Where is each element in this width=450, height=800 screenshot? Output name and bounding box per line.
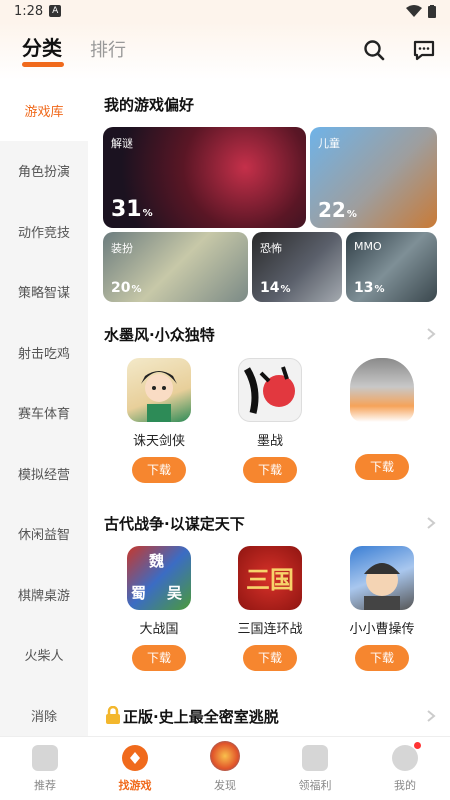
nav-benefits[interactable]: 领福利 (270, 737, 360, 800)
game-icon-dazhanguo: 魏 蜀 吴 (127, 546, 191, 610)
preference-tile-kids[interactable]: 儿童 22% (310, 127, 437, 228)
bottom-navigation: 推荐 找游戏 发现 领福利 我的 (0, 736, 450, 800)
chevron-right-icon[interactable] (426, 709, 436, 723)
download-button[interactable]: 下载 (355, 454, 409, 480)
section-title-ancient-war[interactable]: 古代战争·以谋定天下 (104, 513, 245, 534)
game-name: 大战国 (139, 622, 179, 637)
main-content: 我的游戏偏好 解谜 31% 儿童 22% 装扮 20% 恐怖 14% MMO 1… (88, 80, 450, 736)
top-header: 分类 排行 (0, 22, 450, 80)
sidebar-item-casual[interactable]: 休闲益智 (0, 504, 88, 565)
find-games-icon (122, 745, 148, 771)
tile-label: 装扮 (111, 242, 133, 255)
battery-icon (428, 4, 436, 18)
game-icon-sanguo: 三国 (238, 546, 302, 610)
icon-text: 三国 (246, 566, 294, 594)
tile-percent: 13% (354, 280, 385, 296)
discover-avatar-icon (210, 741, 240, 771)
tab-active-indicator (22, 62, 64, 67)
nav-label: 领福利 (298, 779, 332, 792)
game-icon-loading (350, 358, 414, 422)
tile-percent: 31% (111, 197, 153, 222)
icon-text: 魏 (149, 552, 165, 570)
search-icon[interactable] (362, 38, 386, 62)
game-card[interactable]: 魏 蜀 吴 大战国 下载 (114, 546, 204, 671)
sidebar-item-board[interactable]: 棋牌桌游 (0, 564, 88, 625)
icon-text: 吴 (167, 584, 183, 602)
nav-label: 发现 (214, 779, 236, 792)
download-button[interactable]: 下载 (243, 457, 297, 483)
sidebar-item-action[interactable]: 动作竞技 (0, 201, 88, 262)
tab-category[interactable]: 分类 (22, 32, 62, 61)
game-card[interactable]: 下载 (337, 358, 427, 480)
game-name: 诛天剑侠 (132, 434, 185, 449)
download-button[interactable]: 下载 (132, 645, 186, 671)
gift-icon (302, 745, 328, 771)
tab-rank[interactable]: 排行 (90, 36, 126, 62)
sidebar-item-game-library[interactable]: 游戏库 (0, 80, 88, 141)
tile-label: 儿童 (318, 137, 340, 150)
app-notification-icon: A (49, 5, 62, 17)
section-title-escape-room[interactable]: 正版·史上最全密室逃脱 (123, 706, 279, 727)
icon-text: 蜀 (131, 584, 147, 602)
sidebar-item-match[interactable]: 消除 (0, 685, 88, 736)
chevron-right-icon[interactable] (426, 327, 436, 341)
tile-label: MMO (354, 240, 382, 253)
tile-label: 解谜 (111, 137, 133, 150)
nav-label: 推荐 (34, 779, 56, 792)
tile-percent: 20% (111, 280, 142, 296)
status-time: 1:28 (14, 3, 44, 19)
nav-find-games[interactable]: 找游戏 (90, 737, 180, 800)
gamepad-icon (32, 745, 58, 771)
nav-label: 找游戏 (118, 779, 152, 792)
game-icon-mozhan (238, 358, 302, 422)
preference-tile-horror[interactable]: 恐怖 14% (252, 232, 342, 302)
download-button[interactable]: 下载 (243, 645, 297, 671)
game-name: 三国连环战 (237, 622, 303, 637)
preference-tile-puzzle[interactable]: 解谜 31% (103, 127, 306, 228)
sidebar-item-strategy[interactable]: 策略智谋 (0, 262, 88, 323)
game-icon-caocao (350, 546, 414, 610)
preference-tile-dressup[interactable]: 装扮 20% (103, 232, 248, 302)
game-icon-zhutian (127, 358, 191, 422)
section-title-preferences: 我的游戏偏好 (104, 96, 195, 114)
tile-label: 恐怖 (260, 242, 282, 255)
game-name: 小小曹操传 (349, 622, 415, 637)
preference-tile-mmo[interactable]: MMO 13% (346, 232, 437, 302)
tile-percent: 14% (260, 280, 291, 296)
nav-mine[interactable]: 我的 (360, 737, 450, 800)
download-button[interactable]: 下载 (132, 457, 186, 483)
section-title-ink-style[interactable]: 水墨风·小众独特 (104, 324, 215, 345)
tile-percent: 22% (318, 198, 357, 222)
profile-icon (392, 742, 421, 771)
sidebar-item-racing-sports[interactable]: 赛车体育 (0, 383, 88, 444)
download-button[interactable]: 下载 (355, 645, 409, 671)
message-icon[interactable] (412, 38, 436, 62)
sidebar-item-stickman[interactable]: 火柴人 (0, 625, 88, 686)
sidebar-item-simulation[interactable]: 模拟经营 (0, 443, 88, 504)
sidebar-item-rpg[interactable]: 角色扮演 (0, 141, 88, 202)
game-card[interactable]: 小小曹操传 下载 (337, 546, 427, 671)
nav-recommend[interactable]: 推荐 (0, 737, 90, 800)
game-card[interactable]: 墨战 下载 (225, 358, 315, 483)
nav-label: 我的 (394, 779, 416, 792)
nav-discover[interactable]: 发现 (180, 737, 270, 800)
game-card[interactable]: 诛天剑侠 下载 (114, 358, 204, 483)
lock-icon (106, 706, 120, 724)
game-card[interactable]: 三国 三国连环战 下载 (225, 546, 315, 671)
wifi-icon (406, 5, 422, 17)
sidebar-item-shooter[interactable]: 射击吃鸡 (0, 322, 88, 383)
category-sidebar: 游戏库 角色扮演 动作竞技 策略智谋 射击吃鸡 赛车体育 模拟经营 休闲益智 棋… (0, 80, 88, 736)
notification-dot (414, 742, 421, 749)
game-name: 墨战 (256, 434, 283, 449)
game-name (337, 430, 427, 446)
chevron-right-icon[interactable] (426, 516, 436, 530)
status-bar: 1:28 A (0, 0, 450, 22)
